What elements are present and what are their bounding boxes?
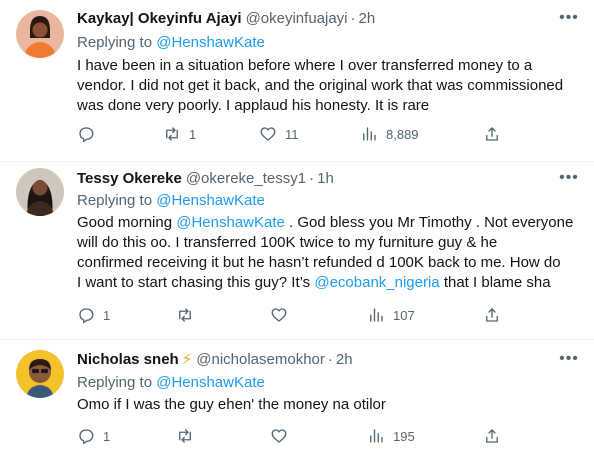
tweet-actions: 1 195	[77, 426, 507, 446]
replying-to: Replying to @HenshawKate	[77, 373, 265, 393]
views-count: 8,889	[386, 126, 419, 142]
tweet-text-line: Good morning @HenshawKate . God bless yo…	[77, 213, 582, 233]
tweet-header: Tessy Okereke @okereke_tessy1 · 1h	[77, 169, 334, 189]
heart-icon	[260, 127, 276, 141]
tweet-tessy[interactable]: Tessy Okereke @okereke_tessy1 · 1h ••• R…	[0, 162, 594, 339]
avatar-image	[16, 350, 64, 398]
text-segment: Good morning	[77, 214, 177, 231]
author-handle[interactable]: @okereke_tessy1	[186, 169, 306, 189]
views-icon	[370, 308, 383, 322]
retweet-icon	[179, 429, 191, 443]
tweet-time[interactable]: 2h	[359, 9, 376, 29]
tweet-header: Kaykay| Okeyinfu Ajayi @okeyinfuajayi · …	[77, 9, 375, 29]
tweet-actions: 1 11 8,889	[77, 124, 507, 144]
author-name[interactable]: Nicholas sneh	[77, 350, 179, 370]
replying-to: Replying to @HenshawKate	[77, 191, 265, 211]
avatar-image	[16, 10, 64, 58]
like-count: 11	[285, 126, 299, 142]
reply-button[interactable]	[77, 124, 103, 144]
like-button[interactable]	[270, 305, 296, 325]
replying-prefix: Replying to	[77, 192, 153, 209]
tweet-header: Nicholas sneh ⚡ @nicholasemokhor · 2h	[77, 350, 353, 370]
tweet-text-line: was done very poorly. I applaud his hone…	[77, 97, 430, 114]
tweet-text-line: vendor. I did not get it back, and the o…	[77, 77, 564, 94]
heart-icon	[271, 308, 287, 322]
share-icon	[486, 127, 498, 141]
heart-icon	[271, 429, 287, 443]
reply-icon	[79, 429, 94, 445]
reply-button[interactable]: 1	[77, 305, 110, 325]
reply-count: 1	[103, 428, 111, 444]
separator-dot: ·	[309, 170, 315, 187]
author-handle[interactable]: @nicholasemokhor	[196, 350, 325, 370]
reply-icon	[79, 308, 94, 324]
views-button[interactable]: 8,889	[360, 124, 419, 144]
tweet-text-line: I have been in a situation before where …	[77, 57, 533, 74]
separator-dot: ·	[327, 351, 333, 368]
mention-link[interactable]: @HenshawKate	[156, 34, 265, 51]
retweet-button[interactable]	[176, 305, 202, 325]
tweet-text-line: confirmed receiving it but he hasn’t ref…	[77, 254, 561, 271]
share-icon	[486, 308, 498, 322]
retweet-icon	[166, 127, 178, 141]
author-name[interactable]: Tessy Okereke	[77, 169, 182, 189]
reply-icon	[79, 127, 94, 143]
avatar[interactable]	[16, 10, 64, 58]
share-button[interactable]	[483, 124, 501, 144]
tweet-nicholas[interactable]: Nicholas sneh ⚡ @nicholasemokhor · 2h ••…	[0, 340, 594, 462]
text-segment: I want to start chasing this guy? It’s	[77, 274, 315, 291]
text-segment: that I blame sha	[439, 274, 551, 291]
avatar[interactable]	[16, 168, 64, 216]
tweet-text-line: Omo if I was the guy ehen' the money na …	[77, 396, 386, 413]
retweet-icon	[179, 308, 191, 322]
avatar[interactable]	[16, 350, 64, 398]
tweet-text: Omo if I was the guy ehen' the money na …	[77, 395, 582, 415]
retweet-count: 1	[189, 126, 197, 142]
lightning-badge-icon: ⚡	[181, 351, 193, 368]
more-icon[interactable]: •••	[558, 168, 580, 188]
replying-prefix: Replying to	[77, 34, 153, 51]
mention-link[interactable]: @HenshawKate	[156, 374, 265, 391]
share-button[interactable]	[483, 305, 501, 325]
views-icon	[363, 127, 376, 141]
mention-link[interactable]: @HenshawKate	[156, 192, 265, 209]
share-icon	[486, 429, 498, 443]
text-segment: . God bless you Mr Timothy . Not everyon…	[284, 214, 574, 231]
like-button[interactable]	[270, 426, 296, 446]
tweet-text-line: I want to start chasing this guy? It’s @…	[77, 273, 582, 293]
views-count: 195	[393, 428, 415, 444]
views-count: 107	[393, 307, 415, 323]
tweet-text: Good morning @HenshawKate . God bless yo…	[77, 213, 582, 293]
more-icon[interactable]: •••	[558, 349, 580, 369]
reply-button[interactable]: 1	[77, 426, 110, 446]
reply-count: 1	[103, 307, 111, 323]
mention-link[interactable]: @HenshawKate	[176, 214, 285, 231]
retweet-button[interactable]	[176, 426, 202, 446]
like-button[interactable]: 11	[259, 124, 299, 144]
replying-to: Replying to @HenshawKate	[77, 33, 265, 53]
replying-prefix: Replying to	[77, 374, 153, 391]
avatar-image	[16, 168, 64, 216]
author-handle[interactable]: @okeyinfuajayi	[246, 9, 348, 29]
views-icon	[370, 429, 383, 443]
tweet-time[interactable]: 2h	[336, 350, 353, 370]
separator-dot: ·	[350, 10, 356, 27]
share-button[interactable]	[483, 426, 501, 446]
tweet-kaykay[interactable]: Kaykay| Okeyinfu Ajayi @okeyinfuajayi · …	[0, 0, 594, 161]
tweet-text-line: will do this oo. I transferred 100K twic…	[77, 234, 498, 251]
views-button[interactable]: 195	[367, 426, 415, 446]
mention-link[interactable]: @ecobank_nigeria	[314, 274, 439, 291]
author-name[interactable]: Kaykay| Okeyinfu Ajayi	[77, 9, 242, 29]
tweet-text: I have been in a situation before where …	[77, 56, 582, 116]
tweet-time[interactable]: 1h	[317, 169, 334, 189]
views-button[interactable]: 107	[367, 305, 415, 325]
tweet-actions: 1 107	[77, 305, 507, 325]
retweet-button[interactable]: 1	[163, 124, 196, 144]
more-icon[interactable]: •••	[558, 8, 580, 28]
